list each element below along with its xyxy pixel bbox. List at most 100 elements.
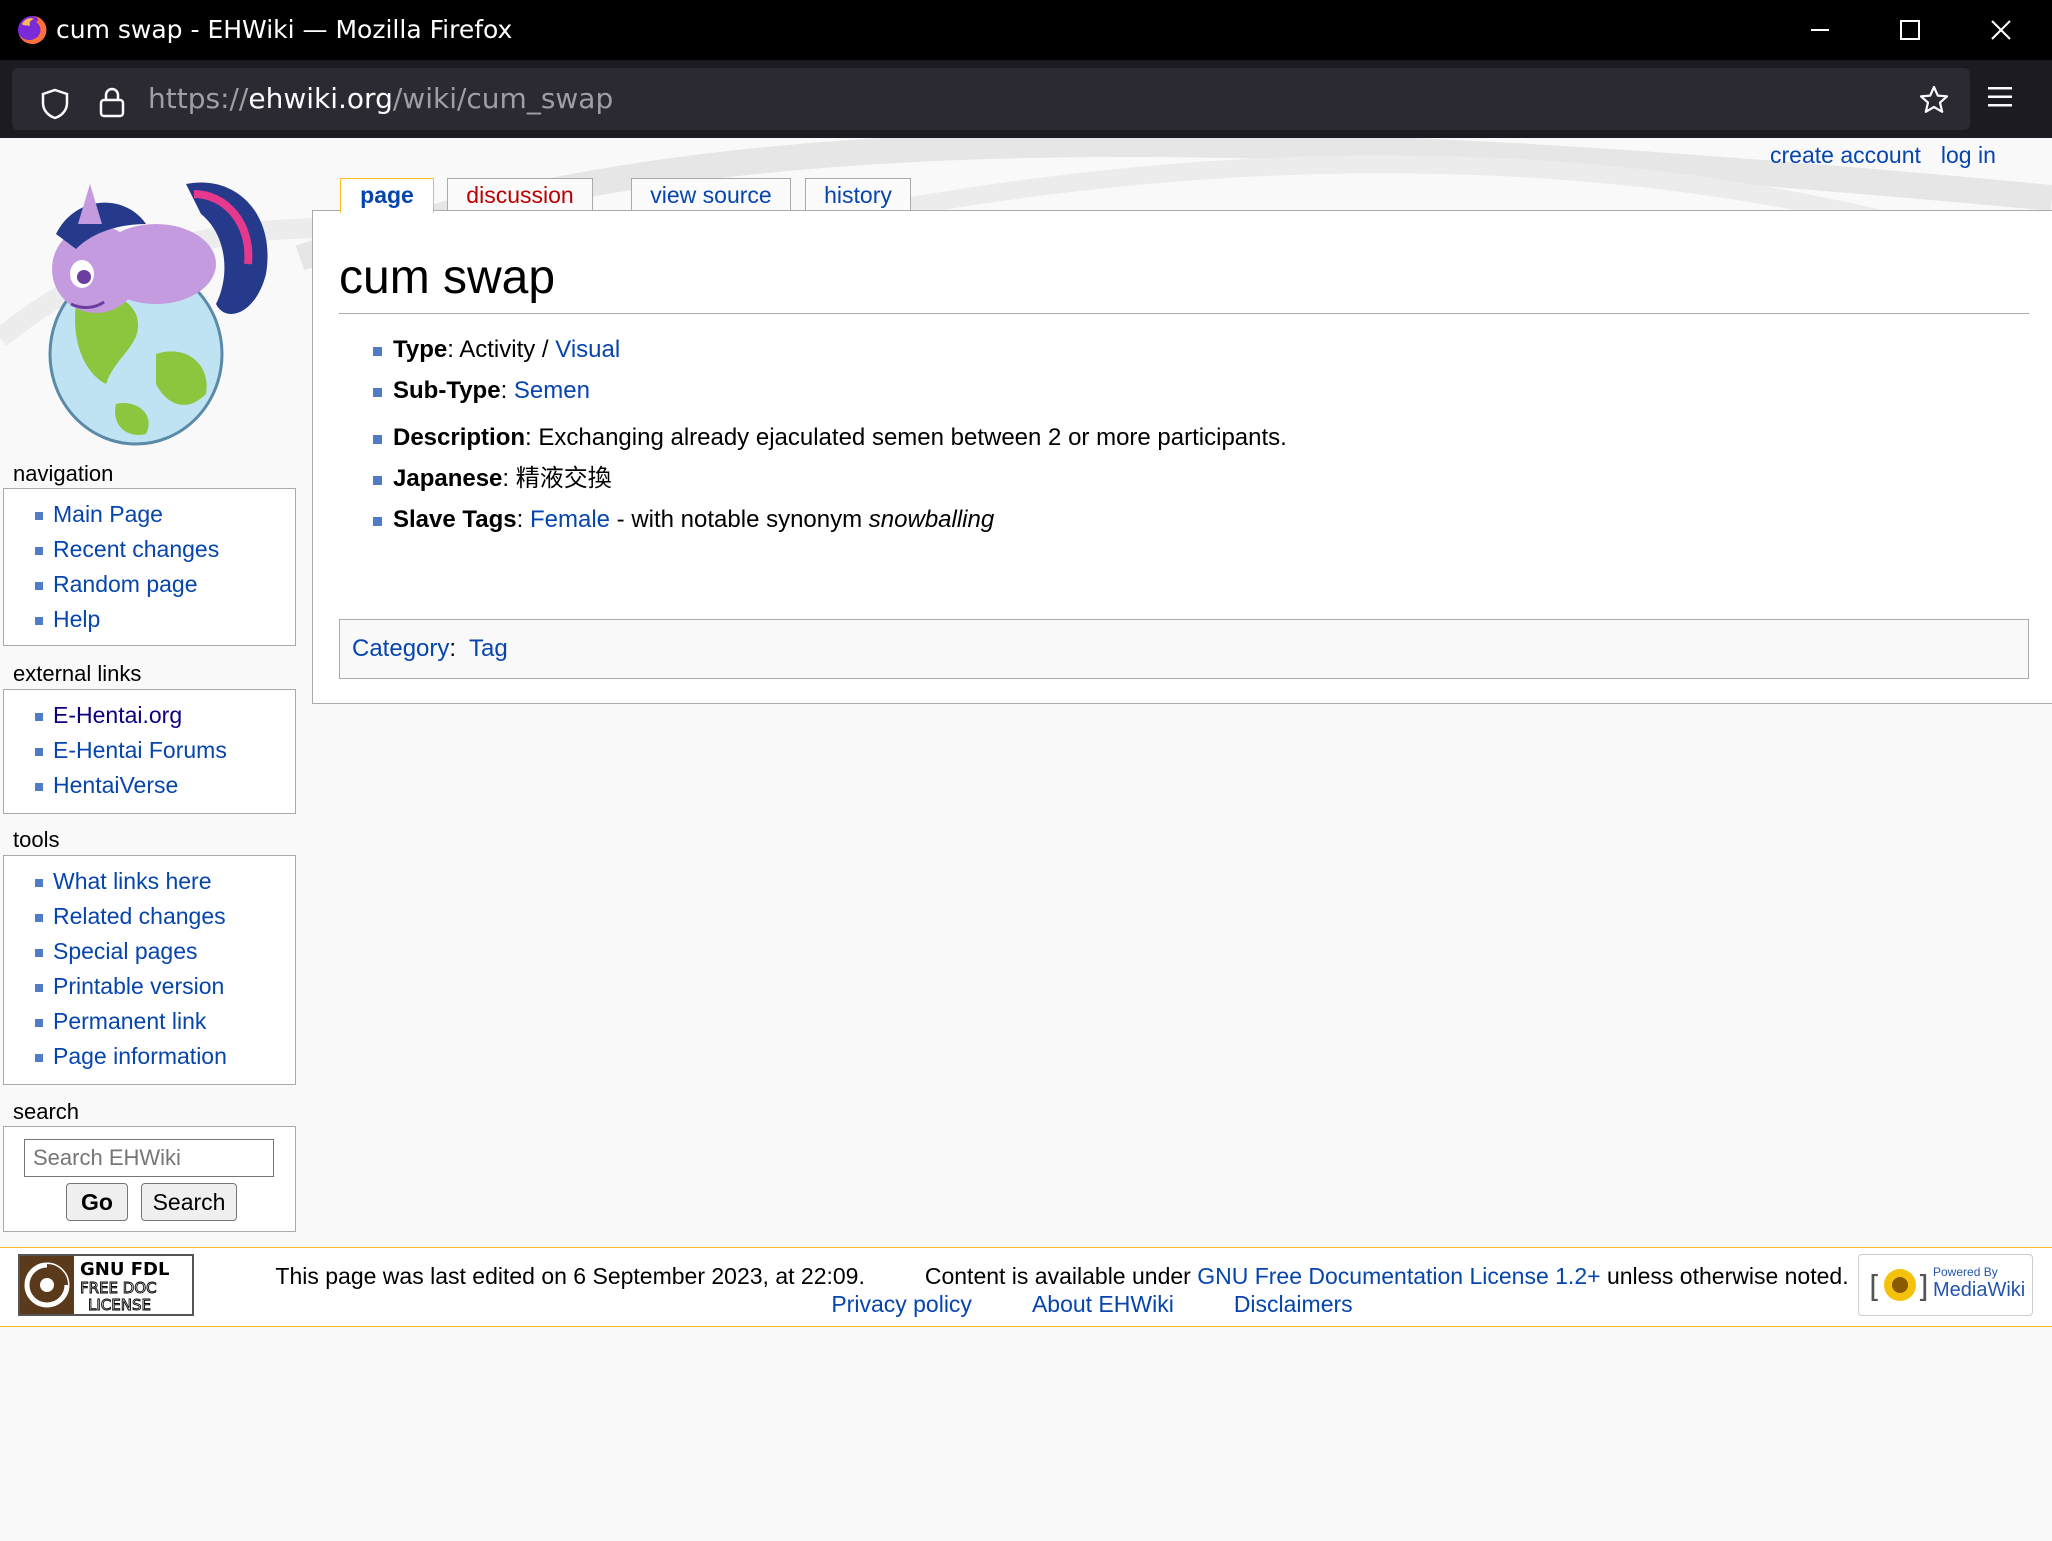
- mediawiki-sunflower-icon: [ ]: [1869, 1269, 1929, 1305]
- maximize-button[interactable]: [1865, 0, 1955, 60]
- content-license-suffix: unless otherwise noted.: [1606, 1263, 1849, 1289]
- navigation-heading: navigation: [13, 461, 114, 486]
- visual-link[interactable]: Visual: [555, 336, 620, 363]
- navigation-toolbar: https://ehwiki.org/wiki/cum_swap: [0, 60, 2052, 138]
- recent-changes-link[interactable]: Recent changes: [53, 536, 219, 562]
- tab-page-label[interactable]: page: [360, 182, 414, 208]
- page-information-link[interactable]: Page information: [53, 1043, 227, 1069]
- sidebar-item-main-page: Main Page: [4, 497, 295, 532]
- list-item-subtype: Sub-Type: Semen: [339, 370, 2029, 411]
- tab-discussion-label[interactable]: discussion: [466, 182, 573, 208]
- tab-history[interactable]: history: [805, 178, 911, 210]
- mediawiki-text: MediaWiki: [1933, 1279, 2026, 1301]
- list-item-type: Type: Activity / Visual: [339, 329, 2029, 370]
- gfdl-badge-line1: GNU FDL: [80, 1259, 169, 1280]
- search-button[interactable]: Search: [141, 1183, 237, 1221]
- sidebar-item-special-pages: Special pages: [4, 934, 295, 969]
- tab-view-source-label[interactable]: view source: [650, 182, 771, 208]
- tools-heading: tools: [13, 827, 60, 852]
- maximize-icon: [1900, 20, 1920, 40]
- tag-category-link[interactable]: Tag: [469, 635, 508, 662]
- sidebar-item-e-hentai-forums: E-Hentai Forums: [4, 733, 295, 768]
- search-portlet: Go Search: [3, 1126, 296, 1232]
- bookmark-star-icon[interactable]: [1918, 84, 1950, 116]
- permanent-link-link[interactable]: Permanent link: [53, 1008, 206, 1034]
- gnu-fdl-badge[interactable]: GNU FDL FREE DOC LICENSE: [18, 1254, 194, 1316]
- japanese-label: Japanese: [393, 465, 503, 492]
- description-label: Description: [393, 424, 526, 451]
- lock-icon[interactable]: [98, 86, 126, 118]
- sidebar-item-page-information: Page information: [4, 1039, 295, 1074]
- list-item-japanese: Japanese: 精液交換: [339, 458, 2029, 499]
- category-link[interactable]: Category: [352, 635, 449, 662]
- gfdl-badge-line3: LICENSE: [88, 1296, 151, 1314]
- shield-icon[interactable]: [40, 88, 70, 120]
- list-item-description: Description: Exchanging already ejaculat…: [339, 417, 2029, 458]
- about-link[interactable]: About EHWiki: [1032, 1291, 1174, 1317]
- search-heading: search: [13, 1099, 80, 1124]
- page-title: cum swap: [339, 249, 2029, 314]
- url-bar[interactable]: https://ehwiki.org/wiki/cum_swap: [12, 68, 1970, 130]
- japanese-value: 精液交換: [515, 465, 612, 492]
- sidebar-item-help: Help: [4, 602, 295, 637]
- special-pages-link[interactable]: Special pages: [53, 938, 198, 964]
- list-item-slave-tags: Slave Tags: Female - with notable synony…: [339, 499, 2029, 540]
- minimize-button[interactable]: [1775, 0, 1865, 60]
- help-link[interactable]: Help: [53, 606, 100, 632]
- hentaiverse-link[interactable]: HentaiVerse: [53, 772, 178, 798]
- tab-view-source[interactable]: view source: [631, 178, 791, 210]
- window-title: cum swap - EHWiki — Mozilla Firefox: [56, 15, 513, 44]
- url-text[interactable]: https://ehwiki.org/wiki/cum_swap: [148, 81, 613, 117]
- random-page-link[interactable]: Random page: [53, 571, 198, 597]
- search-input[interactable]: [24, 1139, 274, 1177]
- last-edited-text: This page was last edited on 6 September…: [275, 1263, 865, 1289]
- sidebar-item-hentaiverse: HentaiVerse: [4, 768, 295, 803]
- powered-by-mediawiki-badge[interactable]: [ ] Powered By MediaWiki: [1858, 1254, 2033, 1316]
- personal-tools: create account log in: [1770, 142, 2016, 169]
- external-links-portlet: E-Hentai.org E-Hentai Forums HentaiVerse: [3, 689, 296, 814]
- semen-link[interactable]: Semen: [514, 377, 590, 404]
- hamburger-menu-icon[interactable]: [1986, 86, 2014, 108]
- footer: GNU FDL FREE DOC LICENSE This page was l…: [0, 1247, 2052, 1327]
- sidebar-item-recent-changes: Recent changes: [4, 532, 295, 567]
- powered-by-text: Powered By: [1933, 1265, 1998, 1279]
- tab-history-label[interactable]: history: [824, 182, 892, 208]
- gfdl-badge-line2: FREE DOC: [80, 1279, 157, 1297]
- gnu-fdl-logo-icon: GNU FDL FREE DOC LICENSE: [20, 1256, 169, 1314]
- tag-properties-list: Type: Activity / Visual Sub-Type: Semen …: [339, 329, 2029, 540]
- close-window-button[interactable]: [1956, 0, 2046, 60]
- navigation-portlet: Main Page Recent changes Random page Hel…: [3, 488, 296, 646]
- content-license-prefix: Content is available under: [924, 1263, 1191, 1289]
- external-links-heading: external links: [13, 661, 142, 686]
- what-links-here-link[interactable]: What links here: [53, 868, 212, 894]
- e-hentai-forums-link[interactable]: E-Hentai Forums: [53, 737, 227, 763]
- sidebar-item-permanent-link: Permanent link: [4, 1004, 295, 1039]
- license-link[interactable]: GNU Free Documentation License 1.2+: [1197, 1263, 1600, 1289]
- subtype-label: Sub-Type: [393, 377, 501, 404]
- go-button[interactable]: Go: [66, 1183, 128, 1221]
- sidebar-item-related-changes: Related changes: [4, 899, 295, 934]
- sidebar-item-what-links-here: What links here: [4, 864, 295, 899]
- tab-discussion[interactable]: discussion: [447, 178, 593, 210]
- privacy-policy-link[interactable]: Privacy policy: [831, 1291, 972, 1317]
- main-page-link[interactable]: Main Page: [53, 501, 163, 527]
- create-account-link[interactable]: create account: [1770, 142, 1921, 168]
- female-link[interactable]: Female: [530, 506, 610, 533]
- printable-version-link[interactable]: Printable version: [53, 973, 224, 999]
- window-titlebar: cum swap - EHWiki — Mozilla Firefox: [0, 0, 2052, 60]
- disclaimers-link[interactable]: Disclaimers: [1234, 1291, 1353, 1317]
- type-label: Type: [393, 336, 448, 363]
- site-logo[interactable]: [16, 154, 286, 454]
- firefox-logo-icon: [18, 15, 47, 44]
- svg-text:]: ]: [1917, 1270, 1929, 1305]
- category-links: Category: Tag: [339, 619, 2029, 679]
- type-value: Activity /: [459, 336, 556, 363]
- sidebar-item-printable-version: Printable version: [4, 969, 295, 1004]
- tab-page[interactable]: page: [340, 178, 434, 213]
- footer-info: This page was last edited on 6 September…: [262, 1262, 1862, 1318]
- synonym-text: snowballing: [868, 506, 995, 533]
- close-icon: [1991, 20, 2011, 40]
- log-in-link[interactable]: log in: [1941, 142, 1996, 168]
- related-changes-link[interactable]: Related changes: [53, 903, 226, 929]
- e-hentai-link[interactable]: E-Hentai.org: [53, 702, 182, 728]
